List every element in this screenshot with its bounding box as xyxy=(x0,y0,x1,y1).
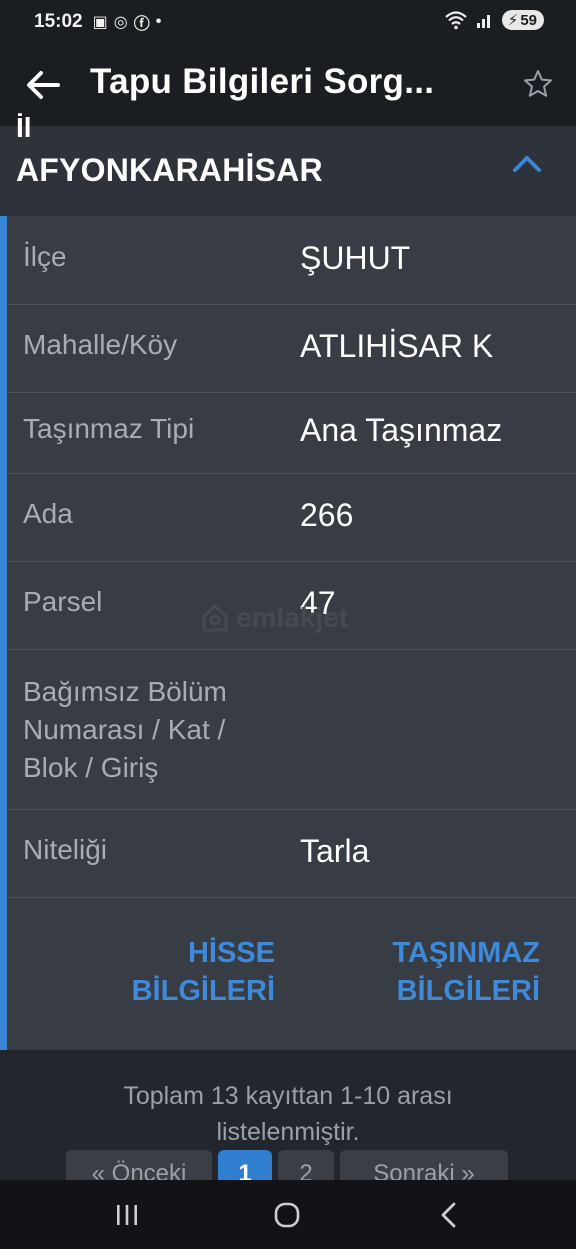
card-actions: HİSSE BİLGİLERİ TAŞINMAZ BİLGİLERİ xyxy=(7,898,576,1050)
pagination: « Önceki 1 2 Sonraki » xyxy=(66,1150,508,1194)
field-label: Bağımsız Bölüm Numarası / Kat / Blok / G… xyxy=(23,676,227,783)
recent-apps-icon[interactable] xyxy=(112,1200,142,1230)
field-row-tasinmaz-tipi: Taşınmaz Tipi Ana Taşınmaz xyxy=(7,392,576,474)
field-value: ŞUHUT xyxy=(300,240,411,276)
field-row-bagimsiz-bolum: Bağımsız Bölüm Numarası / Kat / Blok / G… xyxy=(7,649,576,810)
field-value: 266 xyxy=(300,497,354,533)
province-label: İl xyxy=(16,112,32,143)
status-bar: 15:02 ▣ ◎ ⓕ • ⚡ 59 xyxy=(0,0,576,44)
field-value: ATLIHİSAR K xyxy=(300,328,494,364)
field-row-mahalle: Mahalle/Köy ATLIHİSAR K xyxy=(7,304,576,393)
field-label: Parsel xyxy=(23,586,103,617)
field-row-ada: Ada 266 xyxy=(7,473,576,562)
province-accordion-header[interactable]: İl AFYONKARAHİSAR xyxy=(0,112,576,216)
field-label: Mahalle/Köy xyxy=(23,329,178,360)
field-value: Tarla xyxy=(300,833,370,869)
field-label: Ada xyxy=(23,498,73,529)
battery-charging-icon: ⚡ xyxy=(507,12,519,29)
page-title: Tapu Bilgileri Sorg... xyxy=(90,62,435,101)
battery-level: 59 xyxy=(520,11,537,29)
app-bar: Tapu Bilgileri Sorg... xyxy=(0,44,576,126)
province-value: AFYONKARAHİSAR xyxy=(16,152,323,188)
field-label: İlçe xyxy=(23,241,67,272)
battery-indicator: ⚡ 59 xyxy=(501,10,544,30)
wifi-icon xyxy=(445,11,467,30)
record-count-info: Toplam 13 kayıttan 1-10 arası listelenmi… xyxy=(123,1082,453,1146)
card-accent-bar xyxy=(0,216,7,1050)
house-pin-icon xyxy=(202,603,228,632)
field-row-niteligi: Niteliği Tarla xyxy=(7,809,576,898)
dot-icon: • xyxy=(155,13,162,30)
facebook-icon: ⓕ xyxy=(133,16,150,33)
tasinmaz-bilgileri-button[interactable]: TAŞINMAZ BİLGİLERİ xyxy=(352,934,540,1010)
whatsapp-icon: ◎ xyxy=(113,14,128,31)
notification-icons: ▣ ◎ ⓕ • xyxy=(93,10,162,34)
back-arrow-icon[interactable] xyxy=(24,66,62,104)
system-nav-bar xyxy=(0,1180,576,1249)
home-icon[interactable] xyxy=(272,1200,302,1230)
chevron-up-icon[interactable] xyxy=(512,152,542,174)
field-label: Niteliği xyxy=(23,834,108,865)
field-row-ilce: İlçe ŞUHUT xyxy=(7,216,576,305)
signal-icon xyxy=(476,15,490,28)
back-nav-icon[interactable] xyxy=(434,1200,464,1230)
gallery-icon: ▣ xyxy=(92,14,108,31)
watermark-text: emlakjet xyxy=(236,602,349,633)
favorite-star-icon[interactable] xyxy=(522,68,554,100)
hisse-bilgileri-button[interactable]: HİSSE BİLGİLERİ xyxy=(125,934,275,1010)
field-label: Taşınmaz Tipi xyxy=(23,413,195,444)
field-value: Ana Taşınmaz xyxy=(300,412,503,448)
watermark: emlakjet xyxy=(200,602,348,634)
status-time: 15:02 xyxy=(34,11,83,32)
